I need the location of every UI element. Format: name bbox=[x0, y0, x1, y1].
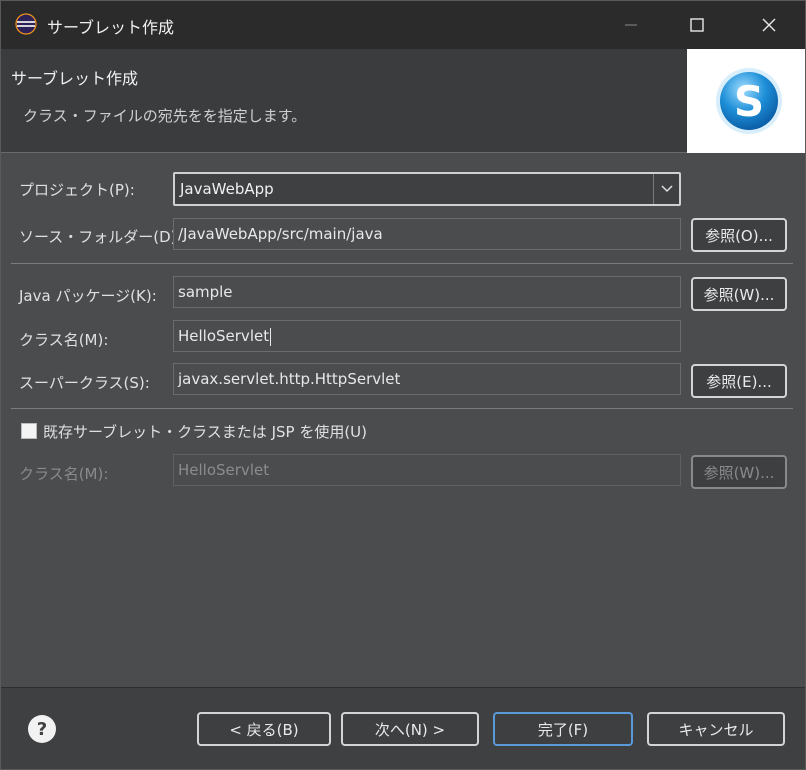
close-icon bbox=[762, 18, 776, 32]
title-bar[interactable]: サーブレット作成 bbox=[1, 1, 805, 49]
next-button[interactable]: 次へ(N) > bbox=[341, 712, 479, 746]
project-label: プロジェクト(P): bbox=[19, 181, 135, 199]
use-existing-label[interactable]: 既存サーブレット・クラスまたは JSP を使用(U) bbox=[43, 421, 367, 442]
source-folder-browse-button[interactable]: 参照(O)... bbox=[691, 218, 787, 252]
package-browse-button[interactable]: 参照(W)... bbox=[691, 277, 787, 311]
cancel-button[interactable]: キャンセル bbox=[647, 712, 785, 746]
source-folder-input[interactable]: /JavaWebApp/src/main/java bbox=[173, 218, 681, 250]
close-button[interactable] bbox=[739, 1, 799, 49]
use-existing-checkbox[interactable] bbox=[21, 423, 37, 439]
header-title: サーブレット作成 bbox=[11, 69, 139, 88]
servlet-logo-panel: S bbox=[687, 49, 805, 153]
class-name-label: クラス名(M): bbox=[19, 331, 109, 349]
existing-class-browse-button[interactable]: 参照(W)... bbox=[691, 455, 787, 489]
chevron-down-icon[interactable] bbox=[653, 174, 679, 204]
wizard-header: サーブレット作成 クラス・ファイルの宛先をを指定します。 S bbox=[1, 49, 805, 153]
svg-text:S: S bbox=[734, 77, 764, 126]
separator bbox=[11, 408, 793, 409]
window-title: サーブレット作成 bbox=[47, 18, 175, 37]
existing-class-label: クラス名(M): bbox=[19, 465, 109, 483]
header-description: クラス・ファイルの宛先をを指定します。 bbox=[23, 107, 307, 125]
text-caret bbox=[270, 327, 272, 346]
project-combo-value: JavaWebApp bbox=[180, 180, 274, 198]
servlet-s-logo: S bbox=[716, 68, 782, 134]
finish-button[interactable]: 完了(F) bbox=[493, 712, 633, 746]
superclass-label: スーパークラス(S): bbox=[19, 374, 150, 392]
maximize-button[interactable] bbox=[667, 1, 727, 49]
package-label: Java パッケージ(K): bbox=[19, 287, 157, 305]
button-bar: ? < 戻る(B) 次へ(N) > 完了(F) キャンセル bbox=[1, 687, 805, 769]
separator bbox=[11, 263, 793, 264]
class-name-input[interactable]: HelloServlet bbox=[173, 320, 681, 352]
maximize-icon bbox=[690, 18, 704, 32]
dialog-window: サーブレット作成 サーブレット作成 クラス・ファイルの宛先をを指定します。 S … bbox=[0, 0, 806, 770]
source-folder-label: ソース・フォルダー(D): bbox=[19, 228, 182, 246]
svg-text:?: ? bbox=[37, 719, 47, 740]
project-combo[interactable]: JavaWebApp bbox=[173, 172, 681, 206]
minimize-button[interactable] bbox=[601, 1, 661, 49]
help-icon[interactable]: ? bbox=[27, 714, 57, 744]
existing-class-input[interactable]: HelloServlet bbox=[173, 454, 681, 486]
superclass-browse-button[interactable]: 参照(E)... bbox=[691, 364, 787, 398]
superclass-input[interactable]: javax.servlet.http.HttpServlet bbox=[173, 363, 681, 395]
package-input[interactable]: sample bbox=[173, 276, 681, 308]
class-name-value: HelloServlet bbox=[178, 327, 270, 345]
minimize-icon bbox=[625, 24, 637, 26]
back-button[interactable]: < 戻る(B) bbox=[197, 712, 331, 746]
eclipse-icon bbox=[15, 13, 37, 35]
